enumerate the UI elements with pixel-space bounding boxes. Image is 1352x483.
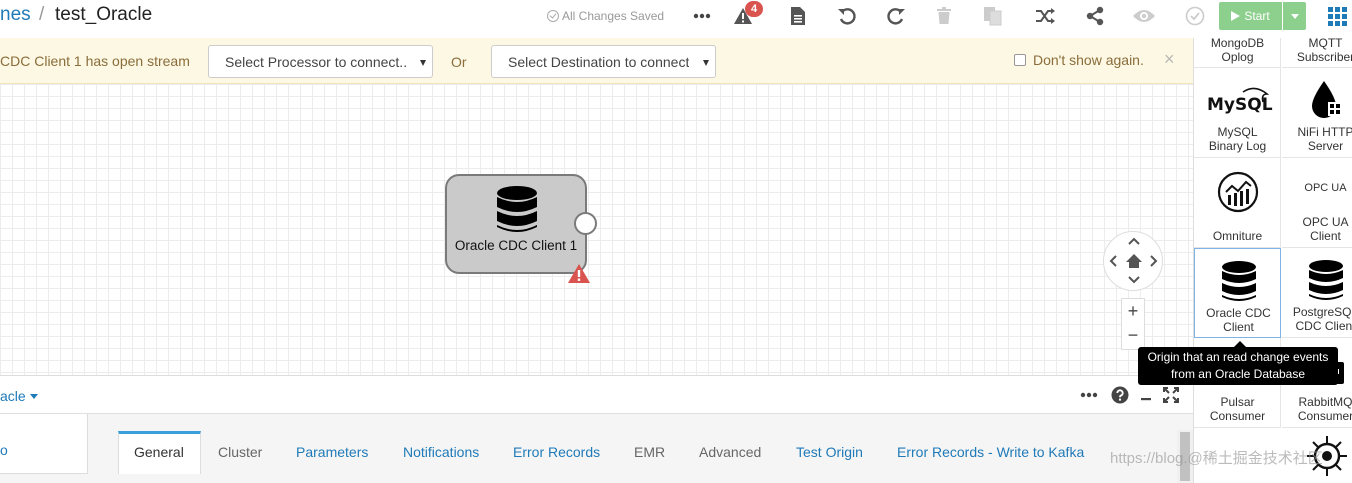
breadcrumb-pipelines-link[interactable]: nes [0, 4, 31, 26]
watermark: https://blog.@稀土掘金技术社区 [1110, 450, 1323, 467]
start-button-label: Start [1244, 9, 1270, 23]
document-icon[interactable] [786, 4, 810, 28]
warning-message: CDC Client 1 has open stream [0, 53, 190, 69]
tab-advanced[interactable]: Advanced [699, 431, 761, 474]
preview-icon[interactable] [1132, 4, 1156, 28]
open-stream-warning-bar: CDC Client 1 has open stream Select Proc… [0, 38, 1193, 84]
minimize-icon[interactable] [1136, 385, 1156, 405]
pipeline-menu[interactable]: acle [0, 388, 38, 404]
opc-ua-logo-text: OPC UA [1304, 182, 1347, 194]
stage-library-panel: MongoDB Oplog MQTT Subscriber MySQL MySQ… [1193, 38, 1352, 483]
library-item-postgresql-cdc-client[interactable]: PostgreSQL CDC Client [1282, 248, 1352, 338]
or-label: Or [451, 54, 467, 70]
database-icon [497, 186, 537, 232]
tab-emr[interactable]: EMR [634, 431, 665, 474]
tab-error-records[interactable]: Error Records [513, 431, 600, 474]
save-status: All Changes Saved [547, 9, 664, 23]
duplicate-icon[interactable] [981, 4, 1005, 28]
config-side-nav: o [0, 414, 88, 474]
check-circle-icon [547, 10, 559, 22]
breadcrumb-separator: / [39, 4, 45, 25]
start-button[interactable]: Start [1219, 2, 1282, 30]
stage-oracle-cdc-client[interactable]: Oracle CDC Client 1 [445, 174, 587, 274]
library-item-label: Omniture [1212, 229, 1263, 243]
pipeline-menu-label: acle [0, 388, 26, 404]
more-options-icon[interactable] [690, 4, 714, 28]
library-item-tooltip: Origin that an read change events from a… [1138, 341, 1338, 385]
library-item-label: MongoDB Oplog [1210, 38, 1265, 64]
dont-show-again-option[interactable]: Don't show again. [1014, 52, 1144, 68]
start-options-dropdown[interactable] [1283, 2, 1306, 30]
stage-label: Oracle CDC Client 1 [454, 238, 578, 253]
tab-cluster[interactable]: Cluster [218, 431, 262, 474]
config-panel: o General Cluster Parameters Notificatio… [0, 413, 1193, 483]
help-icon[interactable] [1110, 385, 1130, 405]
play-icon [1231, 11, 1241, 21]
library-item-label: MySQL Binary Log [1208, 125, 1267, 153]
library-item-label: Oracle CDC Client [1206, 306, 1271, 334]
shuffle-icon[interactable] [1033, 4, 1057, 28]
mysql-logo-icon: MySQL [1194, 80, 1281, 120]
zoom-control: + − [1121, 298, 1145, 350]
library-item-mqtt-subscriber[interactable]: MQTT Subscriber [1282, 38, 1352, 68]
library-item-label: Pulsar Consumer [1209, 395, 1266, 423]
library-item-label: NiFi HTTP Server [1297, 125, 1352, 153]
library-item-label: PostgreSQL CDC Client [1292, 305, 1352, 333]
zoom-out-button[interactable]: − [1122, 323, 1144, 347]
processor-select-value: Select Processor to connect... [225, 54, 406, 70]
library-item-label: RabbitMQ Consumer [1297, 395, 1352, 423]
processor-select[interactable]: Select Processor to connect... [208, 45, 433, 78]
library-item-opc-ua-client[interactable]: OPC UA OPC UA Client [1282, 158, 1352, 248]
library-item-oracle-cdc-client[interactable]: Oracle CDC Client [1194, 248, 1281, 338]
tab-general[interactable]: General [118, 431, 201, 474]
more-options-icon[interactable] [1079, 385, 1099, 405]
top-header: nes / test_Oracle All Changes Saved 4 St… [0, 0, 1352, 34]
caret-down-icon [29, 394, 38, 399]
apps-grid-icon[interactable] [1325, 4, 1349, 28]
library-item-mysql-binary-log[interactable]: MySQL MySQL Binary Log [1194, 68, 1281, 158]
config-panel-toolbar: acle [0, 375, 1193, 413]
canvas-pan-control[interactable] [1103, 231, 1163, 291]
pipeline-title: test_Oracle [55, 4, 153, 25]
close-icon[interactable]: × [1164, 49, 1175, 70]
library-item-nifi-http-server[interactable]: NiFi HTTP Server [1282, 68, 1352, 158]
tab-parameters[interactable]: Parameters [296, 431, 368, 474]
library-item-label: OPC UA Client [1302, 215, 1349, 243]
library-item-omniture[interactable]: Omniture [1194, 158, 1281, 248]
database-icon [1195, 261, 1282, 303]
share-icon[interactable] [1083, 4, 1107, 28]
destination-select-value: Select Destination to connect... [508, 54, 689, 70]
tab-notifications[interactable]: Notifications [403, 431, 479, 474]
tooltip-line-2: from an Oracle Database [1170, 367, 1306, 381]
omniture-chart-icon [1194, 170, 1281, 214]
alerts-count-badge: 4 [745, 1, 763, 17]
tab-test-origin[interactable]: Test Origin [796, 431, 863, 474]
redo-icon[interactable] [884, 4, 908, 28]
validate-icon[interactable] [1183, 4, 1207, 28]
nifi-drop-icon [1282, 80, 1352, 122]
library-item-mongodb-oplog[interactable]: MongoDB Oplog [1194, 38, 1281, 68]
config-side-nav-item[interactable]: o [0, 442, 8, 458]
dont-show-again-checkbox[interactable] [1014, 54, 1026, 66]
pipeline-canvas[interactable] [0, 84, 1193, 375]
stage-output-port[interactable] [574, 212, 597, 235]
database-icon [1282, 260, 1352, 302]
tooltip-line-1: Origin that an read change events [1147, 350, 1329, 364]
undo-icon[interactable] [835, 4, 859, 28]
stage-error-icon[interactable] [567, 263, 591, 284]
tab-error-records-write-to-kafka[interactable]: Error Records - Write to Kafka [897, 431, 1084, 474]
library-item-label: MQTT Subscriber [1296, 38, 1352, 64]
delete-icon[interactable] [932, 4, 956, 28]
zoom-in-button[interactable]: + [1122, 299, 1144, 323]
expand-icon[interactable] [1161, 385, 1181, 405]
dont-show-again-label: Don't show again. [1033, 52, 1144, 68]
destination-select[interactable]: Select Destination to connect... [491, 45, 716, 78]
save-status-text: All Changes Saved [562, 9, 665, 23]
